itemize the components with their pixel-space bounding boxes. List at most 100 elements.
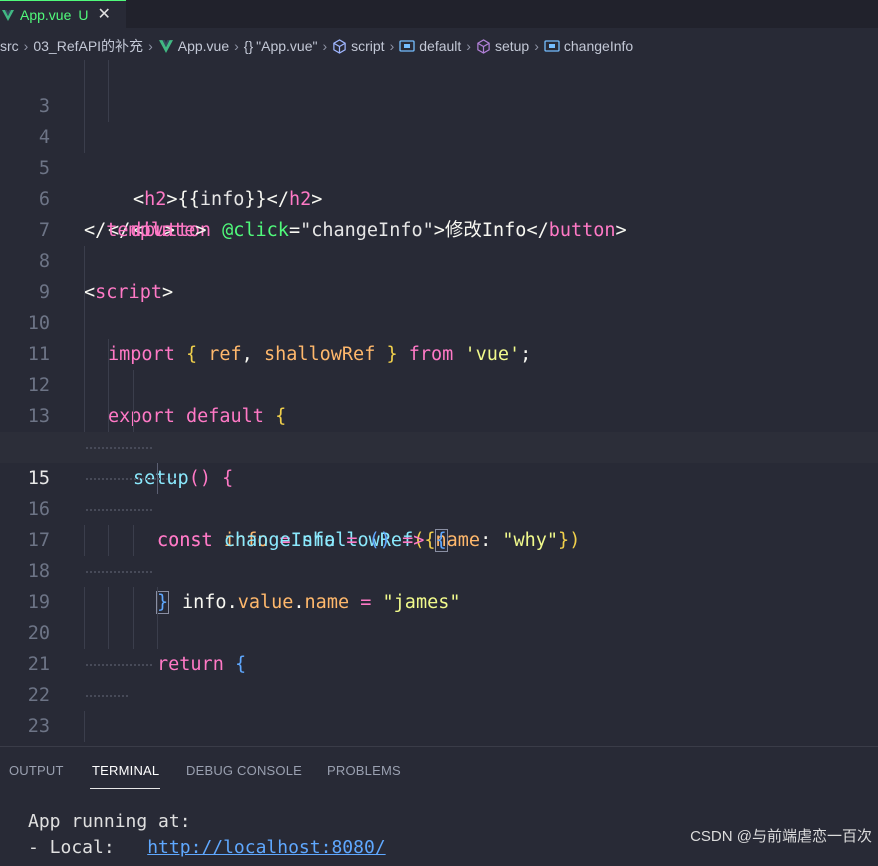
indent-guide	[84, 60, 85, 91]
breadcrumb-folder[interactable]: 03_RefAPI的补充	[33, 36, 143, 56]
breadcrumb-label: "App.vue"	[256, 38, 318, 54]
code-line[interactable]: 17 }	[0, 494, 878, 614]
code-line[interactable]: 13 const info = shallowRef({name: "why"}…	[0, 370, 878, 551]
indent-guide	[84, 277, 85, 308]
indent-guide	[108, 339, 109, 370]
breadcrumb-label: default	[419, 38, 462, 54]
indent-guide	[84, 339, 85, 370]
code-editor[interactable]: 3 <h2>{{info}}</h2> 4 <button @click="ch…	[0, 60, 878, 830]
tab-filename: App.vue	[20, 6, 72, 23]
indent-guide	[84, 370, 85, 401]
code-line-current[interactable]: 15 const changeInfo = () => {	[0, 432, 878, 552]
indent-guide	[84, 711, 85, 742]
breadcrumb-src[interactable]: src	[0, 38, 19, 54]
indent-guide	[84, 122, 85, 153]
indent-guide	[133, 401, 134, 432]
breadcrumb-file[interactable]: App.vue	[158, 38, 229, 54]
editor-tab-bar: App.vue U ✕	[0, 0, 878, 28]
vue-file-icon	[2, 9, 14, 21]
breadcrumb-default[interactable]: default	[399, 38, 461, 54]
breadcrumb: src › 03_RefAPI的补充 › App.vue › {} "App.v…	[0, 34, 878, 58]
tab-problems[interactable]: PROBLEMS	[327, 763, 401, 778]
chevron-right-icon: ›	[23, 38, 29, 54]
chevron-right-icon: ›	[534, 38, 539, 54]
code-line[interactable]: 14	[0, 401, 878, 458]
breadcrumb-label: src	[0, 38, 19, 54]
indent-guide	[84, 525, 85, 556]
tab-git-status: U	[78, 6, 89, 23]
indent-guide	[108, 525, 109, 556]
indent-guide	[84, 401, 85, 432]
code-line[interactable]: 8 <script>	[0, 215, 878, 303]
watermark: CSDN @与前端虐恋一百次	[690, 828, 872, 845]
code-line[interactable]: 19 return {	[0, 556, 878, 675]
breadcrumb-changeinfo[interactable]: changeInfo	[544, 38, 633, 54]
active-tab-indicator	[90, 788, 160, 789]
breadcrumb-label: changeInfo	[563, 38, 634, 54]
code-line[interactable]: 20 info,	[0, 587, 878, 799]
tab-terminal[interactable]: TERMINAL	[92, 763, 159, 778]
indent-guide	[84, 587, 85, 618]
code-line[interactable]: 6 </template>	[0, 153, 878, 241]
indent-guide	[133, 618, 134, 649]
variable-icon	[544, 40, 560, 52]
code-line[interactable]: 3 <h2>{{info}}</h2>	[0, 60, 878, 210]
indent-guide	[157, 463, 158, 494]
indent-guide	[108, 587, 109, 618]
indent-guide	[108, 618, 109, 649]
indent-guide	[157, 618, 158, 649]
code-line[interactable]: 9 import { ref, shallowRef } from 'vue';	[0, 246, 878, 365]
code-line[interactable]: 16 info.value.name = "james"	[0, 463, 878, 613]
whitespace-dots	[86, 571, 152, 575]
breadcrumb-label: script	[351, 38, 385, 54]
chevron-right-icon: ›	[234, 38, 239, 54]
breadcrumb-setup[interactable]: setup	[476, 38, 529, 54]
code-line[interactable]: 5 </div>	[0, 122, 878, 241]
code-line[interactable]: 21 changeInfo	[0, 618, 878, 830]
breadcrumb-label: 03_RefAPI的补充	[33, 38, 144, 54]
code-line[interactable]: 24 }	[0, 711, 878, 830]
breadcrumb-script[interactable]: script	[332, 38, 385, 54]
method-cube-icon	[477, 38, 490, 54]
indent-guide	[108, 60, 109, 91]
indent-guide	[133, 525, 134, 556]
breadcrumb-label: setup	[494, 38, 530, 54]
whitespace-dots	[86, 509, 152, 513]
vue-file-icon	[158, 40, 173, 53]
chevron-right-icon: ›	[466, 38, 471, 54]
code-line[interactable]: 22 }	[0, 649, 878, 768]
indent-guide	[84, 618, 85, 649]
panel-tabs: OUTPUT TERMINAL DEBUG CONSOLE PROBLEMS	[0, 747, 878, 793]
cube-icon	[333, 38, 346, 54]
indent-guide	[133, 370, 134, 401]
chevron-right-icon: ›	[322, 38, 328, 54]
indent-guide	[108, 370, 109, 401]
close-icon[interactable]: ✕	[98, 6, 111, 23]
code-line[interactable]: 12 setup() {	[0, 339, 878, 489]
module-braces-icon: {}	[243, 38, 254, 54]
bottom-panel: OUTPUT TERMINAL DEBUG CONSOLE PROBLEMS A…	[0, 746, 878, 858]
code-line[interactable]: 10	[0, 277, 878, 334]
chevron-right-icon: ›	[148, 38, 153, 54]
tab-app-vue[interactable]: App.vue U ✕	[0, 0, 126, 28]
tab-debug-console[interactable]: DEBUG CONSOLE	[186, 763, 302, 778]
tab-output[interactable]: OUTPUT	[9, 763, 64, 778]
whitespace-dots	[86, 695, 128, 699]
code-line[interactable]: 4 <button @click="changeInfo">修改Info</bu…	[0, 91, 878, 241]
whitespace-dots	[86, 447, 152, 451]
indent-guide	[108, 401, 109, 432]
code-line[interactable]: 23 }	[0, 680, 878, 799]
variable-icon	[399, 40, 415, 52]
indent-guide	[108, 91, 109, 122]
indent-guide	[84, 91, 85, 122]
code-line[interactable]: 18	[0, 525, 878, 582]
chevron-right-icon: ›	[389, 38, 395, 54]
code-line[interactable]: 7	[0, 184, 878, 241]
code-line[interactable]: 11 export default {	[0, 308, 878, 427]
breadcrumb-label: App.vue	[177, 38, 230, 54]
breadcrumb-module[interactable]: {} "App.vue"	[244, 38, 318, 54]
whitespace-dots	[86, 664, 152, 668]
indent-guide	[84, 308, 85, 339]
indent-guide	[84, 246, 85, 277]
whitespace-dots	[86, 478, 176, 482]
